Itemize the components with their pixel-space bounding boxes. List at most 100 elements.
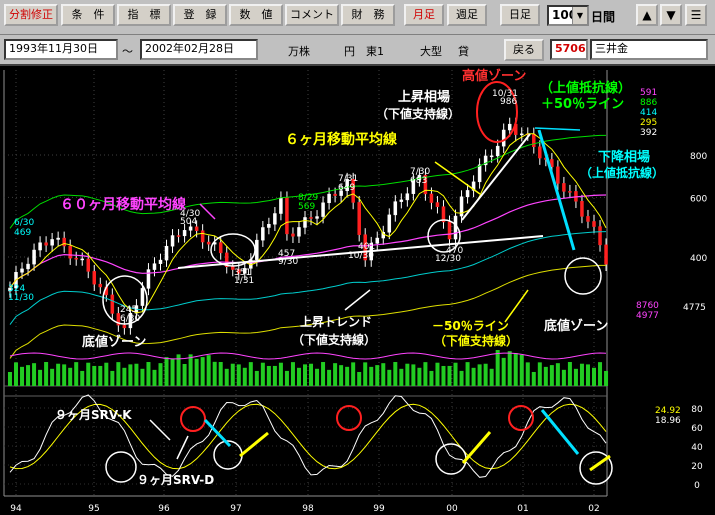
volume-bar: [477, 364, 482, 386]
indicators-button[interactable]: 指 標: [117, 4, 171, 26]
candle-body: [297, 227, 301, 237]
price-label: 469: [14, 228, 31, 238]
candle-body: [562, 183, 566, 192]
candle-body: [429, 193, 434, 203]
volume-bar: [212, 361, 217, 386]
x-tick-label: 00: [446, 504, 458, 514]
volume-bar: [321, 362, 326, 386]
financials-button[interactable]: 財 務: [341, 4, 395, 26]
volume-bar: [441, 365, 446, 386]
x-tick-label: 94: [10, 504, 22, 514]
candle-body: [182, 230, 187, 237]
volume-bar: [260, 362, 265, 386]
candle-body: [26, 263, 30, 270]
volume-bar: [357, 371, 362, 386]
back-button[interactable]: 戻る: [504, 39, 544, 61]
start-date-field[interactable]: 1993年11月30日: [4, 39, 118, 60]
candle-body: [218, 242, 223, 254]
conditions-button[interactable]: 条 件: [61, 4, 115, 26]
osc-tick-label: 60: [691, 424, 703, 434]
volume-bar: [194, 358, 199, 386]
unit-yen-label: 円: [344, 45, 355, 58]
osc-tick-label: 80: [691, 405, 703, 415]
values-button[interactable]: 数 値: [229, 4, 283, 26]
candle-body: [327, 193, 331, 204]
volume-bar: [453, 362, 458, 386]
candle-body: [164, 245, 169, 261]
volume-bar: [531, 371, 536, 386]
volume-bar: [483, 363, 488, 386]
volume-bar: [399, 368, 404, 386]
stock-name-field[interactable]: 三井金: [590, 39, 708, 60]
annotation-text: －50％ライン: [432, 319, 509, 333]
volume-bar: [585, 364, 590, 386]
osc-readout: 18.96: [655, 416, 681, 426]
annotation-text: （下値支持線）: [434, 333, 518, 348]
candle-body: [44, 242, 48, 246]
volume-bar: [327, 369, 332, 386]
candle-body: [598, 226, 602, 246]
period-select[interactable]: 100 ▼: [547, 5, 589, 26]
volume-bar: [525, 362, 530, 386]
volume-bar: [465, 362, 470, 386]
volume-bar: [32, 363, 37, 386]
candle-body: [273, 213, 277, 225]
volume-bar: [549, 365, 554, 386]
candle-body: [309, 217, 313, 219]
scroll-down-button[interactable]: ▼: [660, 4, 682, 26]
volume-bar: [248, 362, 253, 386]
candle-body: [580, 201, 584, 217]
end-date-field[interactable]: 2002年02月28日: [140, 39, 258, 60]
price-label: 6/30: [120, 314, 140, 324]
monthly-button[interactable]: 月足: [404, 4, 444, 26]
x-tick-label: 98: [302, 504, 314, 514]
candle-body: [261, 227, 265, 241]
volume-bar: [80, 370, 85, 386]
candle-body: [194, 226, 199, 231]
x-tick-label: 99: [373, 504, 385, 514]
volume-bar: [423, 362, 428, 386]
candle-body: [62, 237, 66, 247]
volume-bar: [20, 366, 25, 386]
weekly-button[interactable]: 週足: [447, 4, 487, 26]
stock-code-field[interactable]: 5706: [550, 39, 588, 60]
split-fix-button[interactable]: 分割修正: [4, 4, 58, 26]
chevron-down-icon[interactable]: ▼: [572, 7, 587, 24]
candle-body: [20, 268, 24, 273]
price-label: 12/30: [435, 254, 461, 264]
volume-bar: [68, 367, 73, 386]
annotation-text: 底値ゾーン: [82, 334, 146, 350]
price-tick-label: 800: [690, 152, 707, 162]
volume-bar: [296, 367, 301, 386]
value-readout: 392: [640, 128, 657, 138]
size-label: 大型: [420, 45, 442, 58]
volume-bar: [501, 357, 506, 386]
volume-bar: [122, 367, 127, 386]
volume-bar: [152, 369, 157, 386]
register-button[interactable]: 登 録: [173, 4, 227, 26]
volume-bar: [56, 363, 61, 386]
menu-button[interactable]: ☰: [685, 4, 707, 26]
scroll-up-button[interactable]: ▲: [636, 4, 658, 26]
annotation-text: ６０ヶ月移動平均線: [60, 196, 186, 213]
credit-label: 貸: [458, 45, 469, 58]
unit-shares-label: 万株: [288, 45, 310, 58]
candle-body: [188, 226, 193, 231]
price-label: 11/30: [8, 293, 34, 303]
toolbar: 分割修正 条 件 指 標 登 録 数 値 コメント 財 務 月足 週足 日足 1…: [0, 0, 715, 34]
volume-bar: [333, 363, 338, 386]
comment-button[interactable]: コメント: [285, 4, 339, 26]
volume-bar: [110, 370, 115, 386]
volume-bar: [104, 362, 109, 386]
candle-body: [152, 263, 157, 270]
candle-body: [501, 129, 506, 147]
volume-bar: [158, 363, 163, 386]
volume-bar: [62, 364, 67, 386]
x-tick-label: 02: [588, 504, 599, 514]
candle-body: [200, 230, 205, 243]
volume-bar: [284, 370, 289, 386]
candle-body: [604, 244, 608, 265]
volume-bar: [266, 365, 271, 386]
volume-bar: [224, 368, 229, 386]
daily-button[interactable]: 日足: [500, 4, 540, 26]
